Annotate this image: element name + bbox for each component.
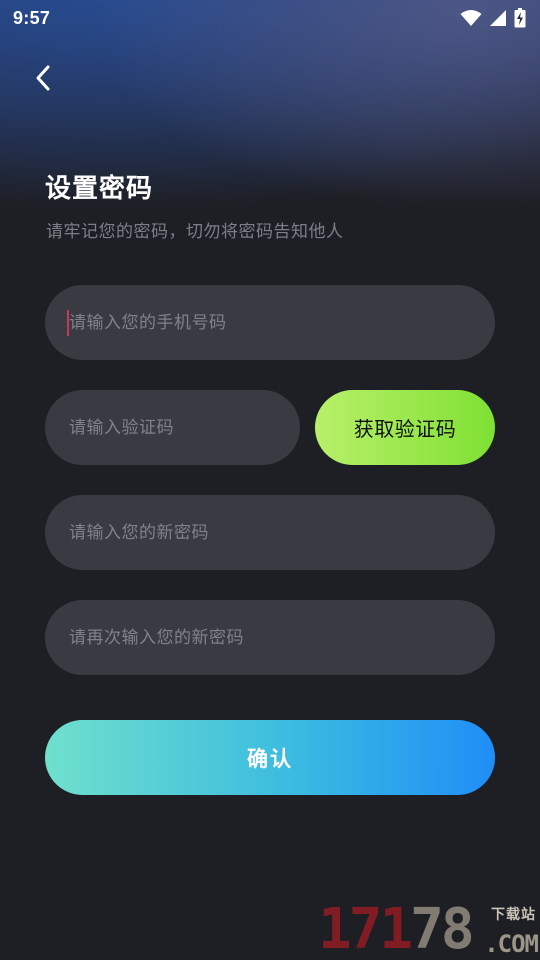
status-time: 9:57 [13,7,51,28]
cell-signal-icon [490,10,506,26]
get-code-button[interactable]: 获取验证码 [315,390,495,465]
verification-code-field[interactable] [45,390,300,465]
watermark-top-text: 下载站 [491,907,536,923]
watermark-number-tail: 78 [410,897,474,960]
new-password-field[interactable] [45,495,495,570]
repeat-password-input[interactable] [69,627,495,648]
watermark-logo: 17178 下载站 .COM [318,900,540,960]
status-bar: 9:57 [0,0,540,36]
page-subtitle: 请牢记您的密码，切勿将密码告知他人 [46,222,344,242]
page-title: 设置密码 [45,174,154,204]
new-password-input[interactable] [69,522,495,543]
phone-field[interactable] [45,285,495,360]
watermark-number-main: 171 [318,897,413,960]
verification-code-input[interactable] [69,417,300,438]
phone-input[interactable] [69,312,495,333]
watermark-domain: .COM [484,930,539,958]
status-icons [460,8,526,28]
back-button[interactable] [26,60,60,96]
watermark-number: 17178 [318,902,475,958]
battery-charging-icon [514,8,526,28]
confirm-button[interactable]: 确认 [45,720,495,795]
text-caret [67,310,69,336]
chevron-left-icon [36,65,50,91]
repeat-password-field[interactable] [45,600,495,675]
header-gradient-background [0,0,540,960]
wifi-icon [460,10,482,26]
